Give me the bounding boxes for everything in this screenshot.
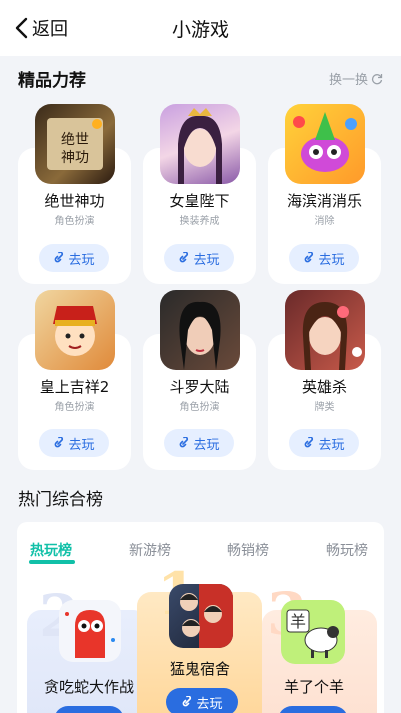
play-label: 去玩 — [318, 437, 345, 453]
top-bar: 返回 小游戏 — [0, 0, 401, 56]
rank-play-button[interactable] — [278, 706, 348, 713]
page-title: 小游戏 — [171, 19, 229, 41]
sheep-icon[interactable]: 羊 — [281, 600, 345, 664]
rank-play-button[interactable]: 去玩 — [166, 688, 238, 713]
link-icon — [305, 252, 314, 263]
empress-portrait-icon[interactable] — [160, 104, 240, 184]
scroll-book-icon[interactable]: 绝世 神功 — [35, 104, 115, 184]
game-name: 绝世神功 — [44, 192, 105, 210]
refresh-label: 换一换 — [328, 73, 368, 88]
play-label: 去玩 — [193, 252, 220, 268]
play-button[interactable]: 去玩 — [164, 429, 234, 457]
link-icon — [180, 252, 189, 263]
tab-hot[interactable]: 热玩榜 — [30, 540, 72, 560]
game-category: 换装养成 — [179, 216, 220, 227]
game-name: 斗罗大陆 — [169, 378, 230, 396]
play-label: 去玩 — [318, 252, 345, 268]
heroine-portrait-icon[interactable] — [160, 290, 240, 370]
link-icon — [55, 252, 64, 263]
tab-new[interactable]: 新游榜 — [129, 540, 171, 560]
link-icon — [183, 696, 192, 707]
game-category: 角色扮演 — [179, 402, 220, 413]
game-category: 牌类 — [314, 402, 335, 413]
emperor-cartoon-icon[interactable] — [35, 290, 115, 370]
ranking-panel: 热玩榜 新游榜 畅销榜 畅玩榜 2 1 3 羊 贪吃蛇大作战 猛鬼宿舍 羊了个羊… — [17, 522, 384, 713]
play-button[interactable]: 去玩 — [289, 244, 359, 272]
play-label: 去玩 — [196, 696, 223, 712]
game-category: 角色扮演 — [54, 216, 95, 227]
rank-game-name: 贪吃蛇大作战 — [43, 678, 134, 696]
tab-bestselling[interactable]: 畅销榜 — [227, 540, 269, 560]
game-name: 皇上吉祥2 — [39, 378, 110, 396]
game-name: 女皇陛下 — [169, 192, 230, 210]
play-label: 去玩 — [193, 437, 220, 453]
svg-text:绝世: 绝世 — [61, 132, 89, 148]
play-button[interactable]: 去玩 — [164, 244, 234, 272]
svg-text:神功: 神功 — [61, 150, 89, 166]
ranking-title: 热门综合榜 — [18, 490, 103, 510]
tab-popular[interactable]: 畅玩榜 — [326, 540, 368, 560]
link-icon — [180, 437, 189, 448]
link-icon — [305, 437, 314, 448]
active-tab-indicator — [29, 560, 75, 564]
play-label: 去玩 — [68, 252, 95, 268]
rank-game-name: 猛鬼宿舍 — [169, 660, 230, 678]
featured-title: 精品力荐 — [18, 71, 86, 91]
game-name: 英雄杀 — [301, 378, 347, 396]
game-category: 角色扮演 — [54, 402, 95, 413]
owl-fruit-icon[interactable] — [285, 104, 365, 184]
rank-play-button[interactable] — [54, 706, 124, 713]
refresh-button[interactable]: 换一换 — [329, 69, 383, 88]
rank-game-name: 羊了个羊 — [283, 678, 344, 696]
play-button[interactable]: 去玩 — [289, 429, 359, 457]
play-label: 去玩 — [68, 437, 95, 453]
game-category: 消除 — [314, 216, 335, 227]
play-button[interactable]: 去玩 — [39, 429, 109, 457]
link-icon — [55, 437, 64, 448]
svg-text:羊: 羊 — [290, 612, 306, 631]
lady-portrait-icon[interactable] — [285, 290, 365, 370]
dorm-ghost-icon[interactable] — [169, 584, 233, 648]
play-button[interactable]: 去玩 — [39, 244, 109, 272]
refresh-icon — [371, 73, 383, 84]
game-name: 海滨消消乐 — [286, 192, 362, 210]
red-snake-icon[interactable] — [59, 600, 121, 662]
